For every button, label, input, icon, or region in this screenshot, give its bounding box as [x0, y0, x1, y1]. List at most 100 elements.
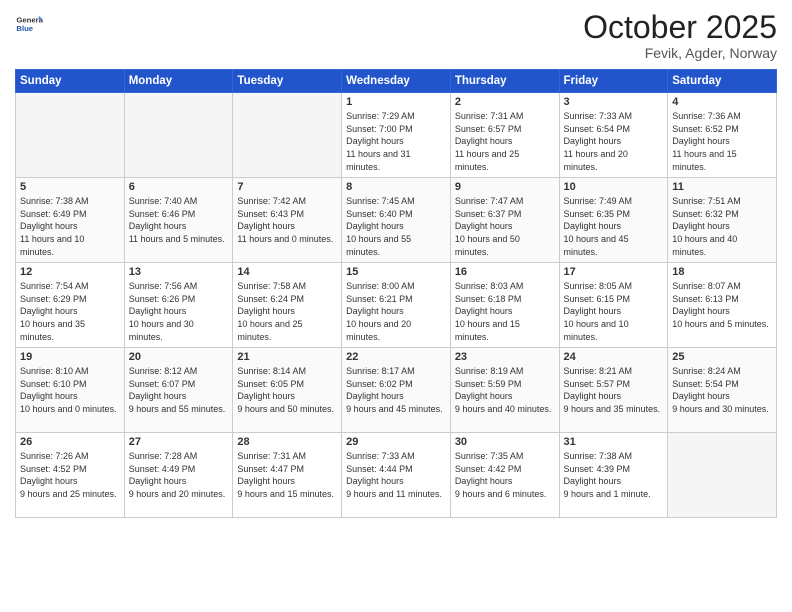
- day-info: Sunrise: 8:14 AMSunset: 6:05 PMDaylight …: [237, 365, 337, 415]
- day-info: Sunrise: 7:31 AMSunset: 6:57 PMDaylight …: [455, 110, 555, 173]
- day-number: 12: [20, 266, 120, 278]
- table-row: 24Sunrise: 8:21 AMSunset: 5:57 PMDayligh…: [559, 348, 668, 433]
- day-number: 16: [455, 266, 555, 278]
- table-row: 22 Sunrise: 8:17 AMSunset: 6:02 PMDayligh…: [342, 348, 451, 433]
- table-row: 3Sunrise: 7:33 AMSunset: 6:54 PMDaylight…: [559, 93, 668, 178]
- header: General Blue October 2025 Fevik, Agder, …: [15, 10, 777, 61]
- table-row: 28Sunrise: 7:31 AMSunset: 4:47 PMDayligh…: [233, 433, 342, 518]
- col-monday: Monday: [124, 70, 233, 93]
- day-number: 1: [346, 96, 446, 108]
- table-row: 12 Sunrise: 7:54 AMSunset: 6:29 PMDayligh…: [16, 263, 125, 348]
- day-number: 9: [455, 181, 555, 193]
- table-row: 2 Sunrise: 7:31 AMSunset: 6:57 PMDaylight…: [450, 93, 559, 178]
- calendar-header-row: Sunday Monday Tuesday Wednesday Thursday…: [16, 70, 777, 93]
- day-info: Sunrise: 8:24 AMSunset: 5:54 PMDaylight …: [672, 365, 772, 415]
- table-row: 29Sunrise: 7:33 AMSunset: 4:44 PMDayligh…: [342, 433, 451, 518]
- table-row: 26 Sunrise: 7:26 AMSunset: 4:52 PMDayligh…: [16, 433, 125, 518]
- day-number: 13: [129, 266, 229, 278]
- day-number: 11: [672, 181, 772, 193]
- day-number: 17: [564, 266, 664, 278]
- table-row: 7 Sunrise: 7:42 AMSunset: 6:43 PMDaylight…: [233, 178, 342, 263]
- table-row: 1Sunrise: 7:29 AMSunset: 7:00 PMDaylight…: [342, 93, 451, 178]
- calendar-week-row: 12 Sunrise: 7:54 AMSunset: 6:29 PMDayligh…: [16, 263, 777, 348]
- day-number: 21: [237, 351, 337, 363]
- day-number: 27: [129, 436, 229, 448]
- table-row: 11 Sunrise: 7:51 AMSunset: 6:32 PMDayligh…: [668, 178, 777, 263]
- day-number: 19: [20, 351, 120, 363]
- day-number: 29: [346, 436, 446, 448]
- day-info: Sunrise: 8:12 AMSunset: 6:07 PMDaylight …: [129, 365, 229, 415]
- day-number: 22: [346, 351, 446, 363]
- day-number: 23: [455, 351, 555, 363]
- calendar-table: Sunday Monday Tuesday Wednesday Thursday…: [15, 69, 777, 518]
- day-number: 30: [455, 436, 555, 448]
- col-saturday: Saturday: [668, 70, 777, 93]
- table-row: [668, 433, 777, 518]
- day-info: Sunrise: 7:58 AMSunset: 6:24 PMDaylight …: [237, 280, 337, 343]
- table-row: 5Sunrise: 7:38 AMSunset: 6:49 PMDaylight…: [16, 178, 125, 263]
- day-number: 25: [672, 351, 772, 363]
- day-number: 2: [455, 96, 555, 108]
- calendar-week-row: 19 Sunrise: 8:10 AMSunset: 6:10 PMDayligh…: [16, 348, 777, 433]
- logo: General Blue: [15, 10, 43, 38]
- calendar-week-row: 26 Sunrise: 7:26 AMSunset: 4:52 PMDayligh…: [16, 433, 777, 518]
- day-info: Sunrise: 7:31 AMSunset: 4:47 PMDaylight …: [237, 450, 337, 500]
- day-info: Sunrise: 8:05 AMSunset: 6:15 PMDaylight …: [564, 280, 664, 343]
- table-row: 10Sunrise: 7:49 AMSunset: 6:35 PMDayligh…: [559, 178, 668, 263]
- day-info: Sunrise: 7:35 AMSunset: 4:42 PMDaylight …: [455, 450, 555, 500]
- day-number: 26: [20, 436, 120, 448]
- table-row: 19 Sunrise: 8:10 AMSunset: 6:10 PMDayligh…: [16, 348, 125, 433]
- col-wednesday: Wednesday: [342, 70, 451, 93]
- day-info: Sunrise: 7:56 AMSunset: 6:26 PMDaylight …: [129, 280, 229, 343]
- day-info: Sunrise: 8:07 AMSunset: 6:13 PMDaylight …: [672, 280, 772, 330]
- day-info: Sunrise: 7:36 AMSunset: 6:52 PMDaylight …: [672, 110, 772, 173]
- table-row: 13 Sunrise: 7:56 AMSunset: 6:26 PMDayligh…: [124, 263, 233, 348]
- col-tuesday: Tuesday: [233, 70, 342, 93]
- day-info: Sunrise: 8:03 AMSunset: 6:18 PMDaylight …: [455, 280, 555, 343]
- table-row: 14 Sunrise: 7:58 AMSunset: 6:24 PMDayligh…: [233, 263, 342, 348]
- location-title: Fevik, Agder, Norway: [583, 45, 777, 61]
- table-row: 20 Sunrise: 8:12 AMSunset: 6:07 PMDayligh…: [124, 348, 233, 433]
- day-number: 7: [237, 181, 337, 193]
- table-row: 8 Sunrise: 7:45 AMSunset: 6:40 PMDaylight…: [342, 178, 451, 263]
- day-info: Sunrise: 8:19 AMSunset: 5:59 PMDaylight …: [455, 365, 555, 415]
- table-row: 31Sunrise: 7:38 AMSunset: 4:39 PMDayligh…: [559, 433, 668, 518]
- table-row: [16, 93, 125, 178]
- day-info: Sunrise: 7:45 AMSunset: 6:40 PMDaylight …: [346, 195, 446, 258]
- table-row: 6 Sunrise: 7:40 AMSunset: 6:46 PMDaylight…: [124, 178, 233, 263]
- day-number: 20: [129, 351, 229, 363]
- day-number: 8: [346, 181, 446, 193]
- day-number: 14: [237, 266, 337, 278]
- svg-text:Blue: Blue: [16, 24, 33, 33]
- day-info: Sunrise: 7:40 AMSunset: 6:46 PMDaylight …: [129, 195, 229, 245]
- col-friday: Friday: [559, 70, 668, 93]
- table-row: 16 Sunrise: 8:03 AMSunset: 6:18 PMDayligh…: [450, 263, 559, 348]
- day-info: Sunrise: 7:54 AMSunset: 6:29 PMDaylight …: [20, 280, 120, 343]
- day-info: Sunrise: 8:00 AMSunset: 6:21 PMDaylight …: [346, 280, 446, 343]
- month-title: October 2025: [583, 10, 777, 45]
- day-info: Sunrise: 7:26 AMSunset: 4:52 PMDaylight …: [20, 450, 120, 500]
- calendar-week-row: 1Sunrise: 7:29 AMSunset: 7:00 PMDaylight…: [16, 93, 777, 178]
- day-number: 24: [564, 351, 664, 363]
- day-number: 4: [672, 96, 772, 108]
- day-number: 18: [672, 266, 772, 278]
- day-info: Sunrise: 7:28 AMSunset: 4:49 PMDaylight …: [129, 450, 229, 500]
- day-info: Sunrise: 7:51 AMSunset: 6:32 PMDaylight …: [672, 195, 772, 258]
- table-row: 9Sunrise: 7:47 AMSunset: 6:37 PMDaylight…: [450, 178, 559, 263]
- day-info: Sunrise: 7:42 AMSunset: 6:43 PMDaylight …: [237, 195, 337, 245]
- table-row: 23 Sunrise: 8:19 AMSunset: 5:59 PMDayligh…: [450, 348, 559, 433]
- title-block: October 2025 Fevik, Agder, Norway: [583, 10, 777, 61]
- table-row: 15Sunrise: 8:00 AMSunset: 6:21 PMDayligh…: [342, 263, 451, 348]
- table-row: [233, 93, 342, 178]
- day-info: Sunrise: 7:33 AMSunset: 6:54 PMDaylight …: [564, 110, 664, 173]
- day-number: 6: [129, 181, 229, 193]
- day-info: Sunrise: 7:38 AMSunset: 6:49 PMDaylight …: [20, 195, 120, 258]
- calendar-week-row: 5Sunrise: 7:38 AMSunset: 6:49 PMDaylight…: [16, 178, 777, 263]
- table-row: 17 Sunrise: 8:05 AMSunset: 6:15 PMDayligh…: [559, 263, 668, 348]
- day-info: Sunrise: 7:38 AMSunset: 4:39 PMDaylight …: [564, 450, 664, 500]
- logo-icon: General Blue: [15, 10, 43, 38]
- table-row: 30 Sunrise: 7:35 AMSunset: 4:42 PMDayligh…: [450, 433, 559, 518]
- day-info: Sunrise: 8:10 AMSunset: 6:10 PMDaylight …: [20, 365, 120, 415]
- day-info: Sunrise: 8:17 AMSunset: 6:02 PMDaylight …: [346, 365, 446, 415]
- table-row: 18 Sunrise: 8:07 AMSunset: 6:13 PMDayligh…: [668, 263, 777, 348]
